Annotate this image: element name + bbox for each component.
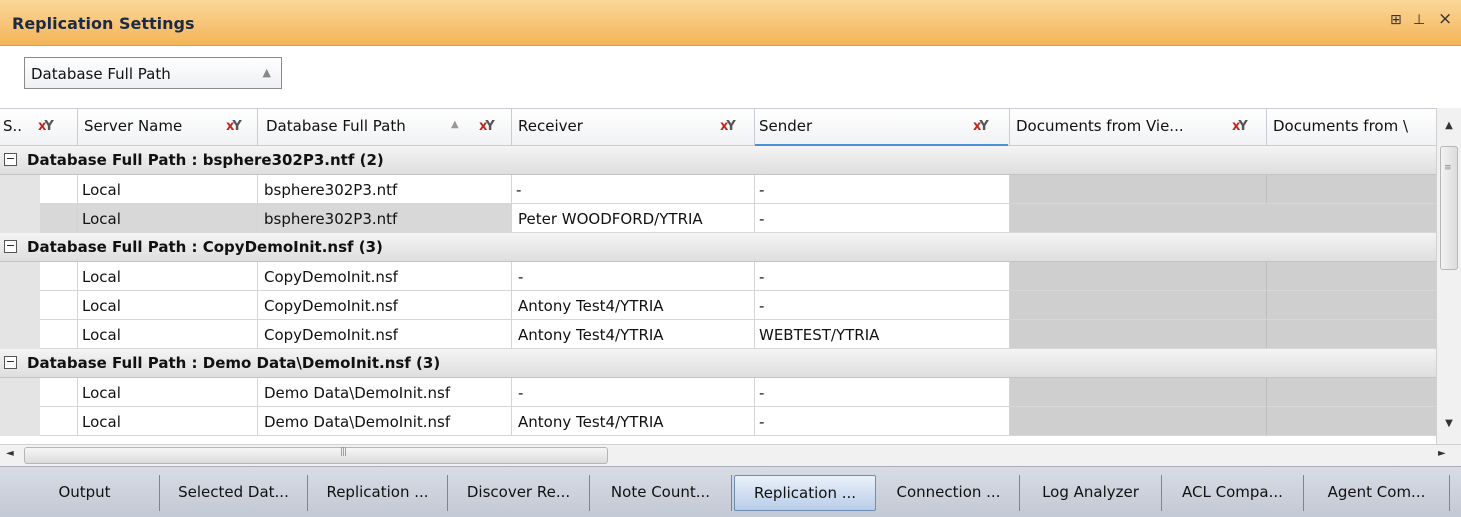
- group-by-label: Database Full Path: [31, 65, 171, 83]
- dock-icon[interactable]: ⊞: [1390, 12, 1402, 28]
- group-row[interactable]: − Database Full Path : Demo Data\DemoIni…: [0, 349, 1436, 378]
- column-header-documents-from-view-2[interactable]: Documents from \: [1267, 109, 1436, 146]
- scroll-right-icon[interactable]: ►: [1438, 448, 1446, 459]
- filter-icon[interactable]: xY: [720, 119, 736, 134]
- column-header-sender[interactable]: Sender xY: [755, 109, 1010, 146]
- horizontal-scrollbar[interactable]: ◄ ||| ►: [0, 444, 1461, 466]
- table-row[interactable]: Local CopyDemoInit.nsf Antony Test4/YTRI…: [0, 291, 1436, 320]
- column-header-status[interactable]: S.. xY: [0, 109, 78, 146]
- tab-selected-databases[interactable]: Selected Dat...: [160, 475, 308, 511]
- column-header-receiver[interactable]: Receiver xY: [512, 109, 755, 146]
- tab-discover-replicas[interactable]: Discover Re...: [448, 475, 590, 511]
- group-by-chip[interactable]: Database Full Path ▲: [24, 57, 282, 89]
- sort-asc-icon: ▲: [451, 119, 459, 130]
- column-header-documents-from-view[interactable]: Documents from Vie... xY: [1010, 109, 1267, 146]
- scroll-left-icon[interactable]: ◄: [6, 448, 14, 459]
- sort-asc-icon[interactable]: ▲: [263, 66, 271, 79]
- panel-title: Replication Settings: [12, 14, 195, 33]
- table-row[interactable]: Local CopyDemoInit.nsf Antony Test4/YTRI…: [0, 320, 1436, 349]
- scroll-down-icon[interactable]: ▼: [1437, 418, 1461, 440]
- column-header-database-full-path[interactable]: Database Full Path ▲ xY: [258, 109, 512, 146]
- filter-icon[interactable]: xY: [1232, 119, 1248, 134]
- group-by-area: Database Full Path ▲: [0, 46, 1461, 108]
- horizontal-scroll-thumb[interactable]: |||: [24, 447, 608, 464]
- grip-icon: ≡: [1444, 163, 1452, 173]
- vertical-scrollbar[interactable]: ▲ ≡ ▼: [1436, 108, 1461, 444]
- table-row[interactable]: Local Demo Data\DemoInit.nsf - -: [0, 378, 1436, 407]
- filter-icon[interactable]: xY: [479, 119, 495, 134]
- bottom-tab-bar: Output Selected Dat... Replication ... D…: [0, 466, 1461, 517]
- tab-replication-settings[interactable]: Replication ...: [734, 475, 876, 511]
- group-row[interactable]: − Database Full Path : bsphere302P3.ntf …: [0, 146, 1436, 175]
- table-row[interactable]: Local CopyDemoInit.nsf - -: [0, 262, 1436, 291]
- collapse-icon[interactable]: −: [4, 240, 17, 253]
- grid-header: S.. xY Server Name xY Database Full Path…: [0, 108, 1436, 147]
- scroll-up-icon[interactable]: ▲: [1437, 108, 1461, 144]
- panel-title-bar: Replication Settings ⊞ ⊥ ×: [0, 0, 1461, 46]
- close-icon[interactable]: ×: [1438, 9, 1452, 29]
- table-row[interactable]: Local Demo Data\DemoInit.nsf Antony Test…: [0, 407, 1436, 436]
- filter-icon[interactable]: xY: [226, 119, 242, 134]
- filter-icon[interactable]: xY: [38, 119, 54, 134]
- tab-connection[interactable]: Connection ...: [878, 475, 1020, 511]
- column-header-server-name[interactable]: Server Name xY: [78, 109, 258, 146]
- tab-replication-1[interactable]: Replication ...: [308, 475, 448, 511]
- tab-output[interactable]: Output: [10, 475, 160, 511]
- collapse-icon[interactable]: −: [4, 153, 17, 166]
- collapse-icon[interactable]: −: [4, 356, 17, 369]
- group-row[interactable]: − Database Full Path : CopyDemoInit.nsf …: [0, 233, 1436, 262]
- table-row[interactable]: Local bsphere302P3.ntf - -: [0, 175, 1436, 204]
- data-grid: S.. xY Server Name xY Database Full Path…: [0, 108, 1461, 444]
- tab-note-count[interactable]: Note Count...: [590, 475, 732, 511]
- tab-acl-compare[interactable]: ACL Compa...: [1162, 475, 1304, 511]
- pin-icon[interactable]: ⊥: [1413, 12, 1425, 28]
- tab-log-analyzer[interactable]: Log Analyzer: [1020, 475, 1162, 511]
- filter-icon[interactable]: xY: [973, 119, 989, 134]
- grip-icon: |||: [340, 447, 347, 457]
- tab-agent-compare[interactable]: Agent Com...: [1304, 475, 1450, 511]
- table-row-selected[interactable]: Local bsphere302P3.ntf Peter WOODFORD/YT…: [0, 204, 1436, 233]
